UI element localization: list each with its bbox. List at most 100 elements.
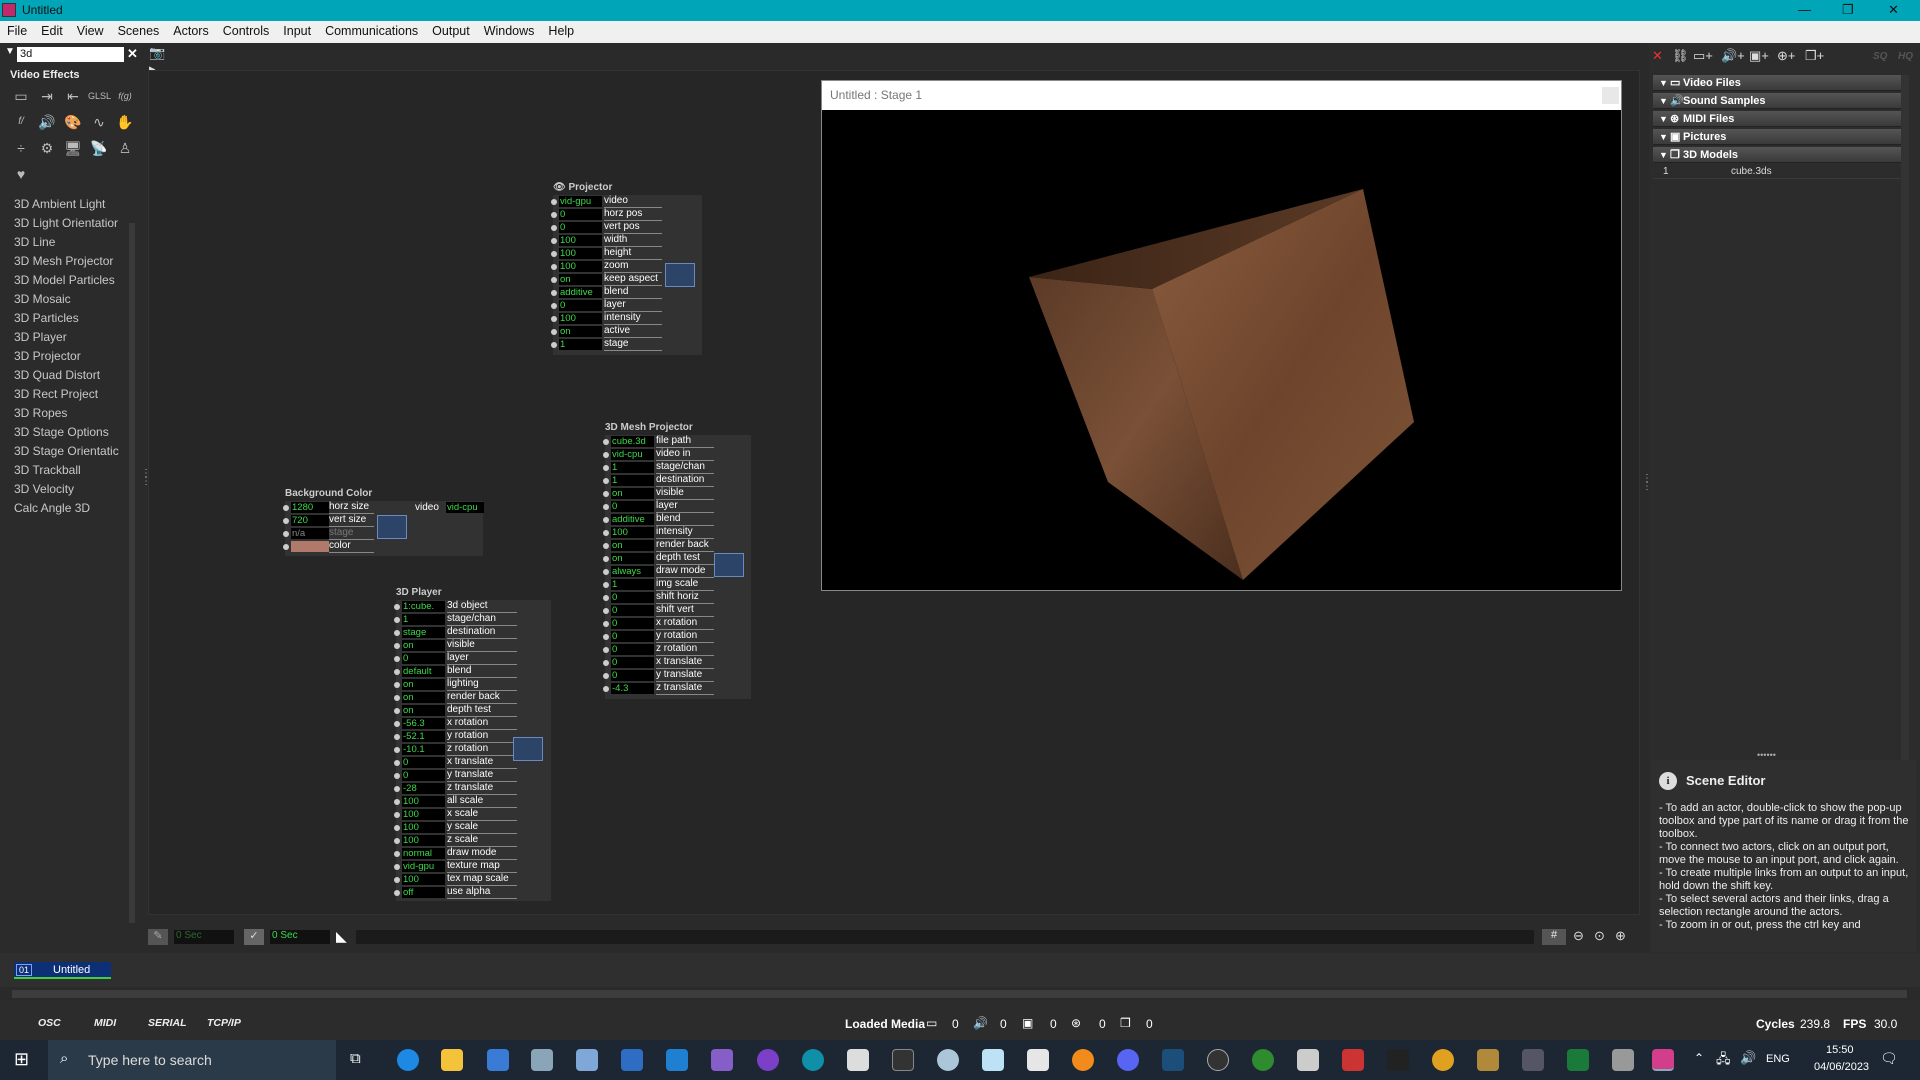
notification-icon[interactable]: 🗨 — [1880, 1050, 1898, 1067]
port-row[interactable]: on visible — [603, 487, 751, 500]
clear-search-icon[interactable]: ✕ — [127, 46, 140, 62]
port-row[interactable]: on active — [551, 325, 702, 338]
arduino-icon[interactable] — [802, 1049, 824, 1071]
list-item[interactable]: 3D Ropes — [14, 404, 139, 423]
app-icon-14[interactable] — [1567, 1049, 1589, 1071]
list-item[interactable]: 3D Particles — [14, 309, 139, 328]
port-row[interactable]: 0y rotation — [603, 630, 751, 643]
projector-actor[interactable]: 👁 Projector vid-gpu video 0 horz pos 0 vert p… — [551, 182, 702, 355]
github-icon[interactable] — [757, 1049, 779, 1071]
port-value[interactable]: vid-cpu — [611, 449, 654, 460]
clock-time[interactable]: 15:50 — [1826, 1044, 1854, 1056]
port-value[interactable]: 0 — [611, 644, 654, 655]
port-value[interactable]: 0 — [611, 605, 654, 616]
app-icon-8[interactable] — [1297, 1049, 1319, 1071]
port-value[interactable]: 100 — [402, 835, 445, 846]
port-value[interactable]: -4.3 — [611, 683, 654, 694]
port-value[interactable]: 0 — [611, 631, 654, 642]
port-dot[interactable] — [394, 760, 400, 766]
list-item[interactable]: 3D Stage Options — [14, 423, 139, 442]
menu-scenes[interactable]: Scenes — [111, 21, 167, 38]
port-value[interactable]: -52.1 — [402, 731, 445, 742]
port-dot[interactable] — [551, 264, 557, 270]
menu-communications[interactable]: Communications — [318, 21, 425, 38]
media-scrollbar[interactable] — [1901, 75, 1909, 775]
app-icon-7[interactable] — [1027, 1049, 1049, 1071]
port-value[interactable]: 100 — [402, 809, 445, 820]
app-icon-1[interactable] — [531, 1049, 553, 1071]
port-row[interactable]: on depth test — [394, 704, 551, 717]
port-row[interactable]: -56.3 x rotation — [394, 717, 551, 730]
port-value[interactable]: 1 — [559, 339, 602, 350]
blender-icon[interactable] — [1072, 1049, 1094, 1071]
port-dot[interactable] — [603, 504, 609, 510]
chevron-up-icon[interactable]: ⌃ — [1694, 1051, 1704, 1065]
sound-icon[interactable]: 🔊 — [36, 112, 58, 132]
terminal-icon[interactable] — [892, 1049, 914, 1071]
port-dot[interactable] — [394, 682, 400, 688]
port-row[interactable]: 100 x scale — [394, 808, 551, 821]
port-value[interactable]: normal — [402, 848, 445, 859]
glsl-icon[interactable]: GLSL — [88, 86, 111, 106]
port-value[interactable]: vid-gpu — [402, 861, 445, 872]
port-value[interactable]: 1 — [611, 579, 654, 590]
right-splitter[interactable]: ⋮ ⋮ — [1642, 474, 1652, 525]
port-dot[interactable] — [551, 329, 557, 335]
port-row[interactable]: 0 layer — [551, 299, 702, 312]
port-row[interactable]: vid-cpu video in — [603, 448, 751, 461]
add-sound-icon[interactable]: 🔊+ — [1721, 48, 1745, 66]
port-value[interactable]: 100 — [559, 235, 602, 246]
port-value[interactable]: -56.3 — [402, 718, 445, 729]
port-row[interactable]: vid-gpu texture map — [394, 860, 551, 873]
antenna-icon[interactable]: 📡 — [88, 138, 110, 158]
port-row[interactable]: 0 layer — [603, 500, 751, 513]
port-dot[interactable] — [603, 647, 609, 653]
port-dot[interactable] — [603, 556, 609, 562]
port-value[interactable]: on — [611, 488, 654, 499]
port-dot[interactable] — [394, 799, 400, 805]
port-dot[interactable] — [394, 851, 400, 857]
port-row[interactable]: -28 z translate — [394, 782, 551, 795]
port-dot[interactable] — [551, 212, 557, 218]
port-row[interactable]: 100 y scale — [394, 821, 551, 834]
section-3d-models[interactable]: ▼ ❒ 3D Models — [1653, 147, 1904, 163]
port-row[interactable]: -4.3 z translate — [603, 682, 751, 695]
port-dot[interactable] — [603, 491, 609, 497]
port-value[interactable]: 100 — [559, 248, 602, 259]
port-row[interactable]: cube.3d file path — [603, 435, 751, 448]
edge-icon[interactable] — [397, 1049, 419, 1071]
scene-scrollbar[interactable] — [12, 990, 1907, 998]
port-value[interactable]: 720 — [291, 515, 329, 526]
port-dot[interactable] — [551, 225, 557, 231]
menu-edit[interactable]: Edit — [34, 21, 70, 38]
video-in-icon[interactable]: ⇥ — [36, 86, 58, 106]
port-value[interactable]: 0 — [611, 670, 654, 681]
language-indicator[interactable]: ENG — [1766, 1053, 1790, 1065]
port-row[interactable]: 100 intensity — [603, 526, 751, 539]
port-row[interactable]: 0 shift vert — [603, 604, 751, 617]
port-dot[interactable] — [394, 669, 400, 675]
add-picture-icon[interactable]: ⊕+ — [1777, 48, 1795, 66]
3d-player-actor[interactable]: 3D Player 1:cube. 3d object 1 stage/chan sta… — [394, 587, 551, 901]
port-dot[interactable] — [551, 251, 557, 257]
port-dot[interactable] — [394, 877, 400, 883]
wave-icon[interactable]: ∿ — [88, 112, 110, 132]
app-icon-6[interactable] — [982, 1049, 1004, 1071]
port-dot[interactable] — [603, 673, 609, 679]
port-row[interactable]: 1:cube. 3d object — [394, 600, 551, 613]
port-dot[interactable] — [603, 686, 609, 692]
xbox-icon[interactable] — [1252, 1049, 1274, 1071]
zoom-fit-icon[interactable]: ⊙ — [1594, 928, 1605, 944]
edit-time-icon[interactable]: ✎ — [148, 929, 168, 945]
list-item[interactable]: 3D Ambient Light — [14, 195, 139, 214]
port-value[interactable]: cube.3d — [611, 436, 654, 447]
restore-button[interactable]: ❐ — [1842, 2, 1854, 18]
port-row[interactable]: normal draw mode — [394, 847, 551, 860]
close-button[interactable]: ✕ — [1888, 2, 1899, 18]
add-video-icon[interactable]: ▭+ — [1693, 48, 1713, 66]
port-dot[interactable] — [603, 634, 609, 640]
port-row[interactable]: on render back — [603, 539, 751, 552]
port-dot[interactable] — [394, 643, 400, 649]
port-value[interactable]: 1 — [402, 614, 445, 625]
port-dot[interactable] — [394, 630, 400, 636]
